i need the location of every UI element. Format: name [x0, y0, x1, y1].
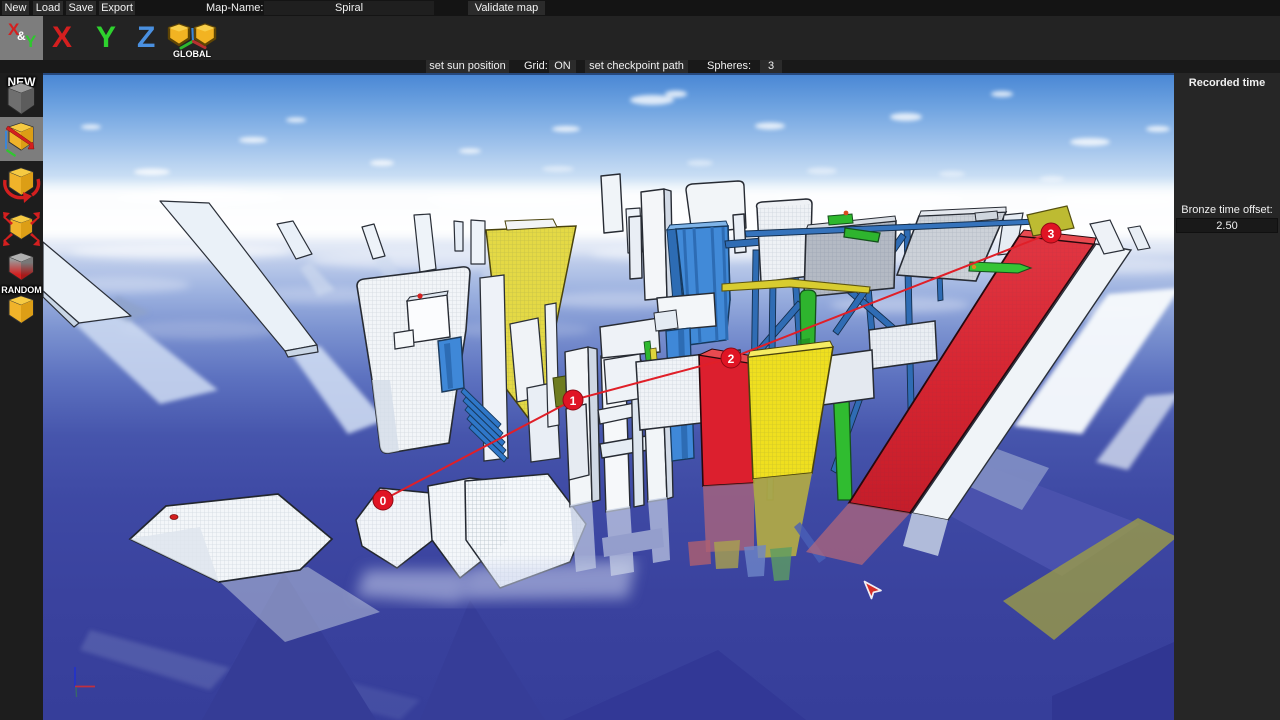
svg-text:3: 3 — [1048, 227, 1055, 241]
svg-text:0: 0 — [380, 494, 387, 508]
svg-text:2: 2 — [728, 352, 735, 366]
svg-text:1: 1 — [570, 394, 577, 408]
